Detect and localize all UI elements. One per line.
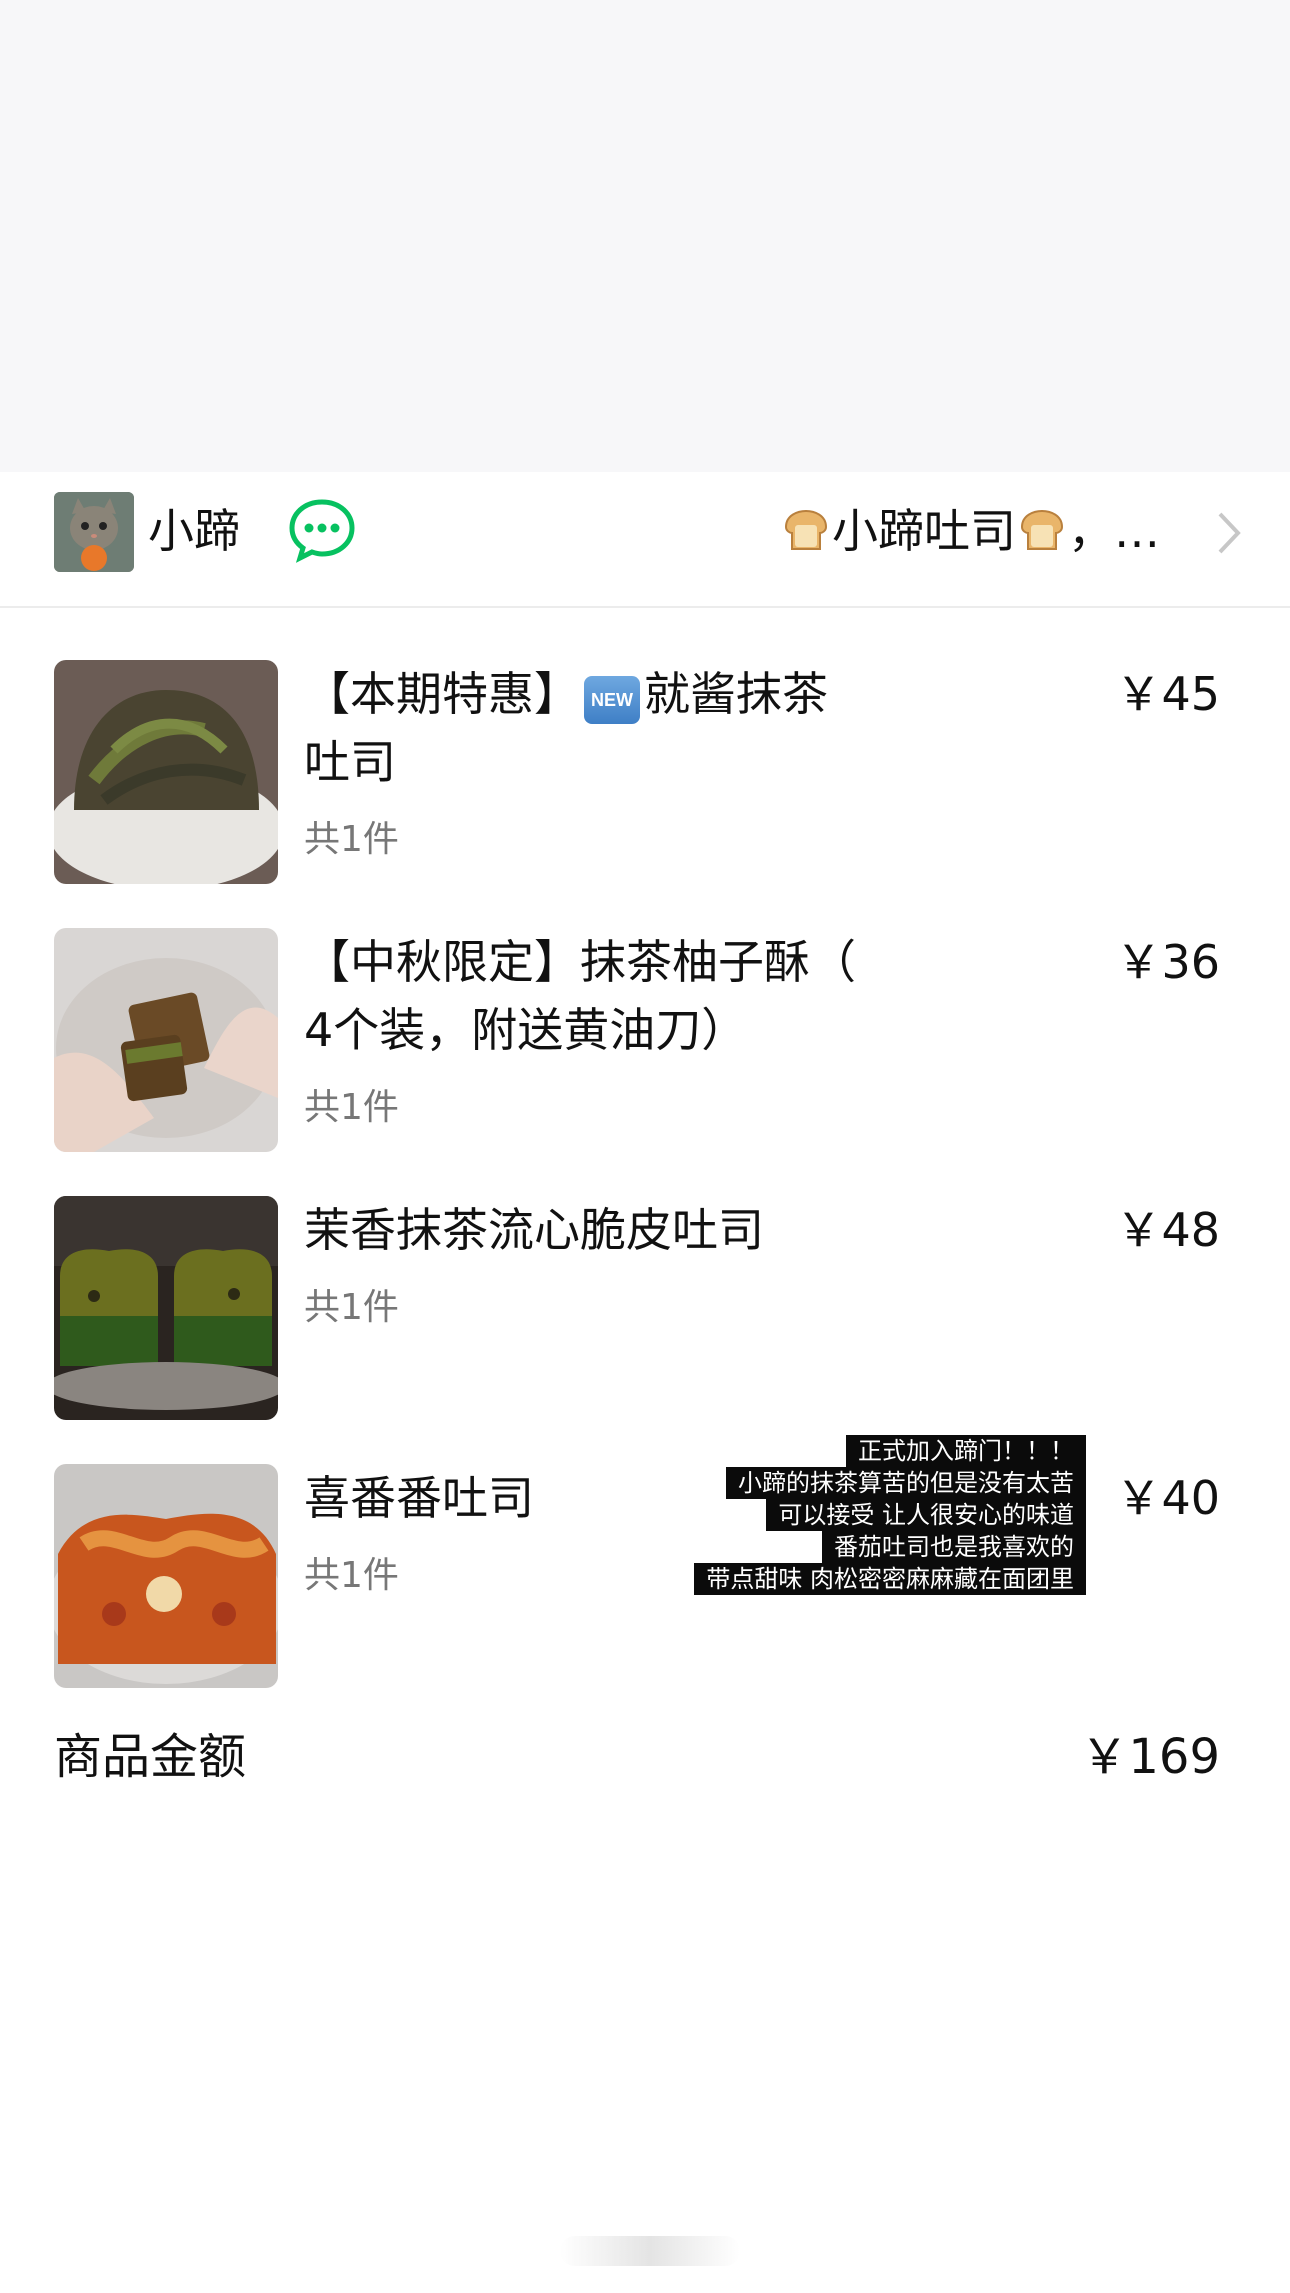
item-price: ￥40 [1115,1471,1220,1525]
item-price: ￥48 [1115,1203,1220,1257]
shop-header[interactable]: 小蹄 小蹄吐司 ，… [0,472,1290,608]
note-line: 番茄吐司也是我喜欢的 [822,1531,1086,1563]
bread-icon [784,509,828,550]
product-image[interactable] [54,928,278,1152]
subtotal-value: ￥169 [1080,1729,1220,1785]
item-quantity: 共1件 [304,819,399,860]
subtotal-label: 商品金额 [54,1729,247,1785]
item-quantity: 共1件 [304,1087,399,1128]
item-title[interactable]: 茉香抹茶流心脆皮吐司 [304,1196,904,1264]
item-title-line2: 4个装，附送黄油刀） [304,1003,748,1057]
product-image[interactable] [54,660,278,884]
item-title-line2: 吐司 [304,735,396,789]
order-item[interactable]: 茉香抹茶流心脆皮吐司 共1件 ￥48 [0,1196,1290,1426]
note-line: 可以接受 让人很安心的味道 [766,1499,1086,1531]
item-price: ￥45 [1115,667,1220,721]
item-title[interactable]: 【本期特惠】 NEW 就酱抹茶 吐司 [304,660,904,796]
new-badge: NEW [584,676,640,724]
item-quantity: 共1件 [304,1287,399,1328]
top-blank-area [0,0,1290,472]
item-title-line1: 茉香抹茶流心脆皮吐司 [304,1203,764,1257]
store-title-suffix: ，… [1068,504,1160,558]
shop-name[interactable]: 小蹄 [148,496,240,566]
shop-avatar[interactable] [54,492,134,572]
item-title-line1: 【中秋限定】抹茶柚子酥（ [304,935,856,989]
product-image[interactable] [54,1464,278,1688]
item-title[interactable]: 【中秋限定】抹茶柚子酥（ 4个装，附送黄油刀） [304,928,904,1064]
order-item[interactable]: 【本期特惠】 NEW 就酱抹茶 吐司 共1件 ￥45 [0,660,1290,890]
bread-icon [1020,509,1064,550]
watermark [560,2236,740,2266]
item-quantity: 共1件 [304,1555,399,1596]
chat-icon[interactable] [286,494,358,566]
chevron-right-icon[interactable] [1214,508,1244,558]
store-title-text: 小蹄吐司 [832,504,1016,558]
item-price: ￥36 [1115,935,1220,989]
note-line: 正式加入蹄门！！！ [846,1435,1086,1467]
note-line: 带点甜味 肉松密密麻麻藏在面团里 [694,1563,1086,1595]
order-item[interactable]: 【中秋限定】抹茶柚子酥（ 4个装，附送黄油刀） 共1件 ￥36 [0,928,1290,1158]
item-title-prefix: 【本期特惠】 [304,667,580,721]
item-title-main: 就酱抹茶 [644,667,828,721]
store-title[interactable]: 小蹄吐司 ，… [780,496,1160,566]
product-image[interactable] [54,1196,278,1420]
note-line: 小蹄的抹茶算苦的但是没有太苦 [726,1467,1086,1499]
order-item[interactable]: 喜番番吐司 共1件 ￥40 [0,1464,1290,1694]
note-sticker: 正式加入蹄门！！！ 小蹄的抹茶算苦的但是没有太苦 可以接受 让人很安心的味道 番… [674,1435,1086,1595]
